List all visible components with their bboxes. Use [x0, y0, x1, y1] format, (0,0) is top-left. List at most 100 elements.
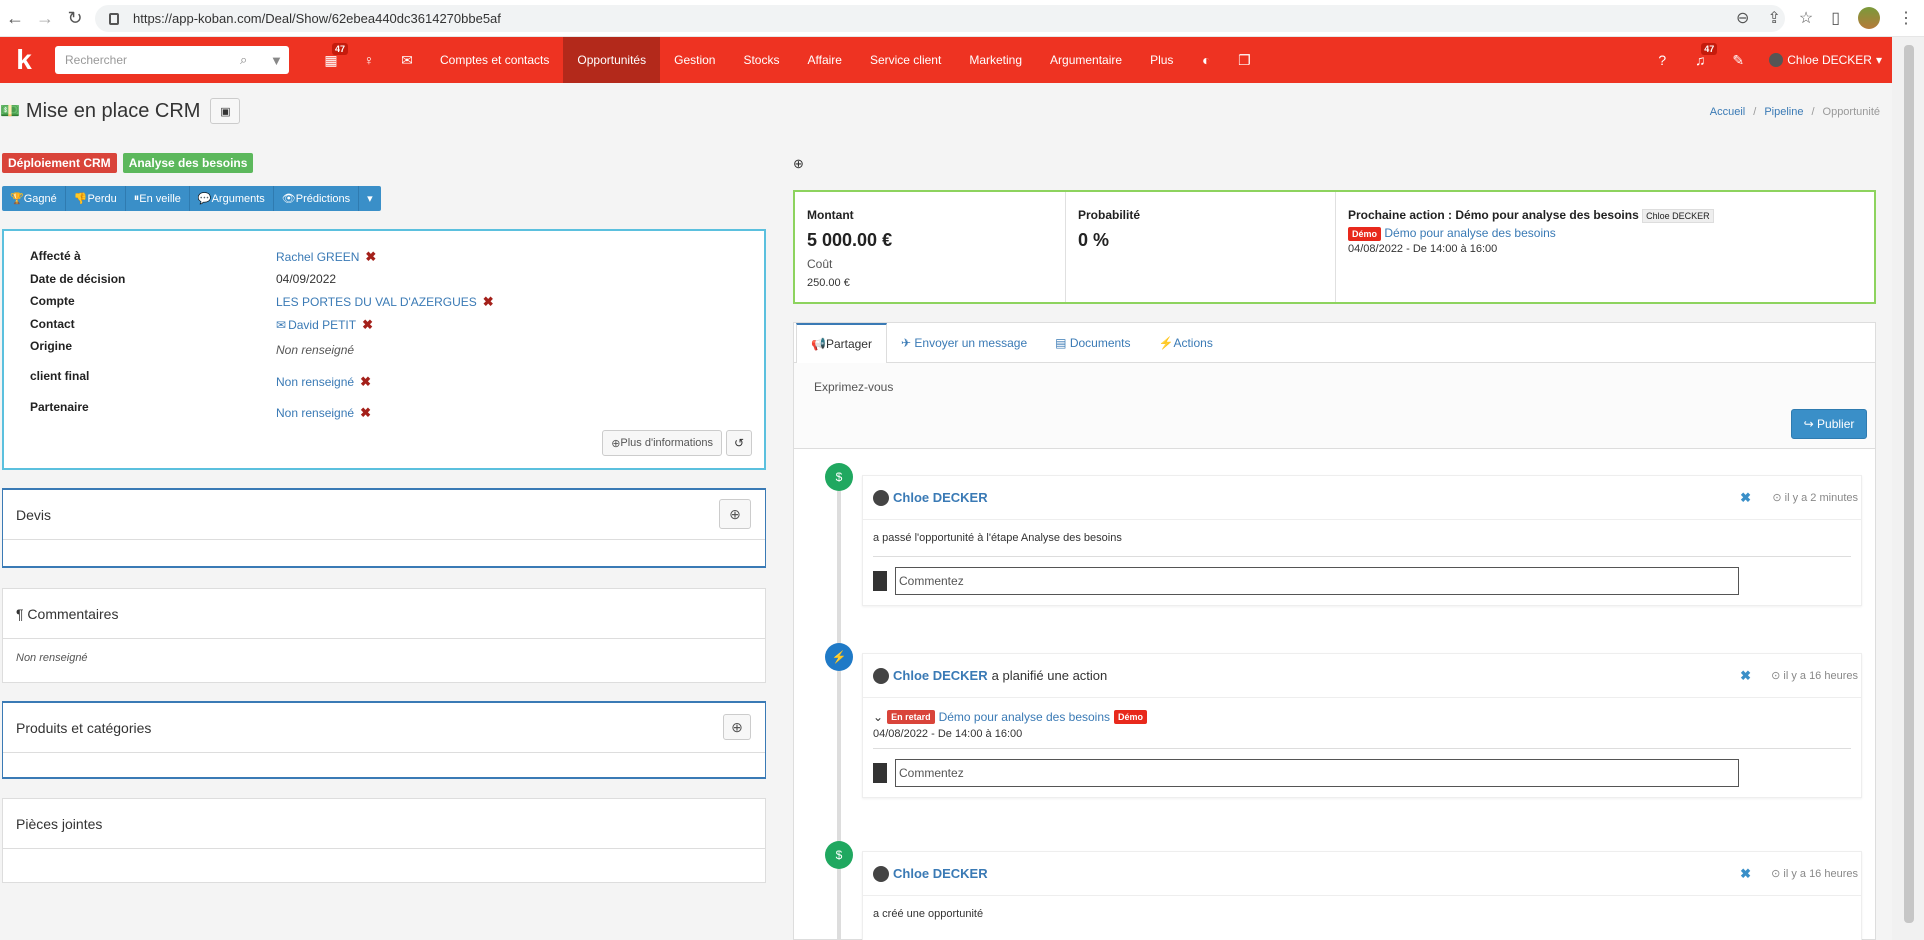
more-info-button[interactable]: ⊕ Plus d'informations: [602, 430, 722, 456]
predictions-button[interactable]: 👁 Prédictions: [274, 186, 360, 211]
address-bar[interactable]: https://app-koban.com/Deal/Show/62ebea44…: [95, 5, 1785, 32]
remove-icon[interactable]: ✖: [362, 317, 373, 333]
reload-icon[interactable]: ↻: [60, 8, 90, 29]
money-icon: $: [825, 841, 853, 869]
tag-stage[interactable]: Analyse des besoins: [122, 153, 254, 173]
nav-affaire[interactable]: Affaire: [793, 37, 855, 83]
scrollbar-thumb[interactable]: [1904, 45, 1914, 923]
label-origine: Origine: [30, 339, 73, 353]
dashboard-icon[interactable]: ◐: [1187, 37, 1225, 83]
won-button[interactable]: 🏆 Gagné: [2, 186, 66, 211]
search-input[interactable]: Rechercher ⌕ ▼: [55, 46, 289, 74]
tab-envoyer-message[interactable]: ✈ Envoyer un message: [887, 324, 1041, 362]
share-icon[interactable]: ⇪: [1767, 8, 1780, 28]
timeline-item: Chloe DECKER ✖ ⊙ il y a 16 heures a créé…: [862, 851, 1862, 940]
timeline-body: a passé l'opportunité à l'étape Analyse …: [873, 532, 1122, 544]
timeline-user[interactable]: Chloe DECKER: [893, 490, 988, 505]
search-icon[interactable]: ⌕: [240, 52, 247, 68]
share-input[interactable]: Exprimez-vous: [814, 380, 893, 394]
publish-button[interactable]: ↪ Publier: [1791, 409, 1867, 439]
timeline-time: ⊙ il y a 16 heures: [1771, 670, 1858, 682]
calendar-icon[interactable]: ▦ 47: [312, 37, 350, 83]
value-compte[interactable]: LES PORTES DU VAL D'AZERGUES ✖: [276, 294, 494, 310]
value-partenaire[interactable]: Non renseigné ✖: [276, 405, 371, 421]
bell-icon[interactable]: ♫ 47: [1681, 37, 1719, 83]
star-icon[interactable]: ☆: [1799, 8, 1813, 28]
timeline-action: a planifié une action: [991, 668, 1108, 683]
nav-service-client[interactable]: Service client: [856, 37, 955, 83]
value-affecte[interactable]: Rachel GREEN ✖: [276, 249, 376, 265]
nav-stocks[interactable]: Stocks: [729, 37, 793, 83]
next-action-label: Prochaine action : Démo pour analyse des…: [1348, 208, 1639, 222]
breadcrumb-pipeline[interactable]: Pipeline: [1764, 106, 1803, 118]
lightbulb-icon[interactable]: ♀: [350, 37, 388, 83]
arguments-button[interactable]: 💬 Arguments: [190, 186, 274, 211]
remove-icon[interactable]: ✖: [483, 294, 494, 310]
remove-icon[interactable]: ✖: [360, 374, 371, 390]
delete-icon[interactable]: ✖: [1740, 668, 1751, 684]
more-actions-dropdown[interactable]: ▾: [359, 186, 381, 211]
user-menu[interactable]: Chloe DECKER ▾: [1757, 53, 1882, 67]
windows-icon[interactable]: ❐: [1225, 37, 1263, 83]
montant-label: Montant: [807, 208, 854, 222]
sidepanel-icon[interactable]: ▯: [1831, 8, 1840, 28]
timeline-user[interactable]: Chloe DECKER: [893, 866, 988, 881]
user-avatar: [873, 865, 889, 882]
chevron-down-icon[interactable]: ⌄: [873, 710, 883, 724]
standby-button[interactable]: ⏸ En veille: [126, 186, 190, 211]
tab-documents[interactable]: ▤ Documents: [1041, 324, 1144, 362]
value-contact[interactable]: ✉ David PETIT ✖: [276, 317, 373, 333]
filter-icon[interactable]: ▼: [270, 53, 283, 68]
nav-opportunites[interactable]: Opportunités: [563, 37, 661, 83]
next-action-user: Chloe DECKER: [1642, 209, 1714, 223]
value-client-final[interactable]: Non renseigné ✖: [276, 374, 371, 390]
tab-partager[interactable]: 📢 Partager: [796, 323, 887, 363]
devis-panel: Devis ⊕: [2, 488, 766, 568]
lost-button[interactable]: 👎 Perdu: [66, 186, 126, 211]
history-icon[interactable]: ↺: [726, 430, 752, 456]
nav-plus[interactable]: Plus: [1136, 37, 1187, 83]
wrench-icon[interactable]: ✎: [1719, 37, 1757, 83]
zoom-icon[interactable]: ⊖: [1736, 8, 1749, 28]
delete-icon[interactable]: ✖: [1740, 490, 1751, 506]
timeline-item: Chloe DECKER a planifié une action ✖ ⊙ i…: [862, 653, 1862, 798]
next-action-link[interactable]: Démo pour analyse des besoins: [1384, 226, 1555, 240]
add-devis-button[interactable]: ⊕: [719, 499, 751, 529]
profile-avatar[interactable]: [1858, 7, 1880, 29]
forward-icon[interactable]: →: [30, 8, 60, 29]
action-link[interactable]: Démo pour analyse des besoins: [939, 710, 1110, 724]
cout-value: 250.00 €: [807, 277, 850, 289]
comment-input[interactable]: Commentez: [895, 759, 1739, 787]
breadcrumb-accueil[interactable]: Accueil: [1710, 106, 1745, 118]
koban-logo[interactable]: k: [0, 37, 48, 83]
nav-marketing[interactable]: Marketing: [955, 37, 1036, 83]
back-icon[interactable]: ←: [0, 8, 30, 29]
tag-pipeline[interactable]: Déploiement CRM: [2, 153, 117, 173]
notif-badge: 47: [1701, 43, 1718, 55]
nav-gestion[interactable]: Gestion: [660, 37, 729, 83]
menu-icon[interactable]: ⋮: [1898, 8, 1914, 28]
proba-label: Probabilité: [1078, 208, 1141, 222]
next-action-time: 04/08/2022 - De 14:00 à 16:00: [1348, 243, 1498, 255]
remove-icon[interactable]: ✖: [365, 249, 376, 265]
user-avatar: [873, 667, 889, 684]
page-scrollbar[interactable]: [1892, 37, 1924, 940]
pieces-title: Pièces jointes: [16, 815, 103, 832]
tab-actions[interactable]: ⚡ Actions: [1145, 324, 1227, 362]
remove-icon[interactable]: ✖: [360, 405, 371, 421]
timeline-user[interactable]: Chloe DECKER: [893, 668, 988, 683]
archive-button[interactable]: ▣: [210, 98, 241, 124]
delete-icon[interactable]: ✖: [1740, 866, 1751, 882]
add-icon[interactable]: ⊕: [793, 156, 804, 172]
lock-icon: [109, 12, 119, 25]
add-produit-button[interactable]: ⊕: [723, 714, 751, 740]
nav-argumentaire[interactable]: Argumentaire: [1036, 37, 1136, 83]
help-icon[interactable]: ?: [1643, 37, 1681, 83]
nav-comptes-contacts[interactable]: Comptes et contacts: [426, 37, 563, 83]
comment-input[interactable]: Commentez: [895, 567, 1739, 595]
mail-icon[interactable]: ✉: [388, 37, 426, 83]
bolt-icon: ⚡: [1158, 336, 1174, 350]
demo-badge: Démo: [1114, 710, 1148, 724]
value-origine: Non renseigné: [276, 343, 355, 357]
deal-summary: Montant 5 000.00 € Coût 250.00 € Probabi…: [793, 190, 1876, 304]
